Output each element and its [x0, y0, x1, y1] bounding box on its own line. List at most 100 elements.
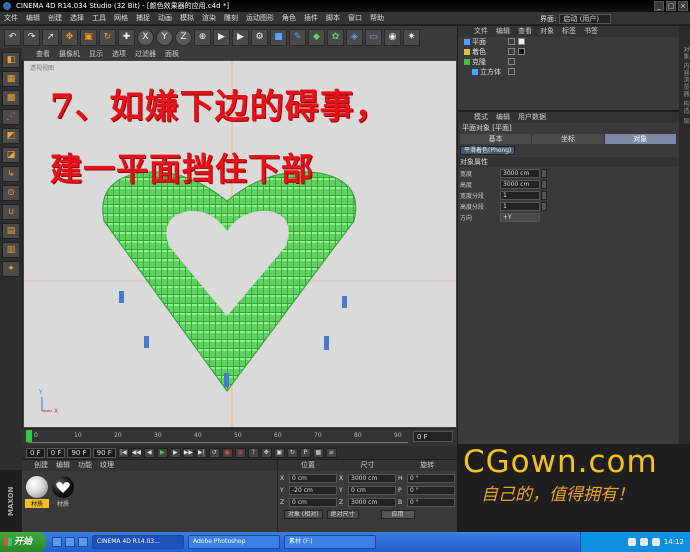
- key-select-icon[interactable]: ?: [247, 447, 259, 458]
- close-button[interactable]: ×: [678, 1, 688, 11]
- menu-item[interactable]: 创建: [48, 13, 62, 23]
- checker-icon[interactable]: ▩: [2, 90, 20, 106]
- move-icon[interactable]: ✥: [61, 28, 78, 46]
- rot-b-field[interactable]: 0 °: [407, 497, 455, 507]
- side-tab-strip[interactable]: 对象 内容浏览器 构造 层: [679, 26, 690, 444]
- browser-icon[interactable]: [65, 537, 75, 547]
- subdivide-icon[interactable]: ◆: [308, 28, 325, 46]
- points-mode-icon[interactable]: ⋰: [2, 109, 20, 125]
- scale-icon[interactable]: ▣: [80, 28, 97, 46]
- spinner-icon[interactable]: [541, 179, 547, 189]
- quantize-icon[interactable]: ▥: [2, 242, 20, 258]
- om-menu-item[interactable]: 查看: [518, 26, 532, 37]
- attr-menu-item[interactable]: 模式: [474, 112, 488, 123]
- camera-icon[interactable]: ◉: [384, 28, 401, 46]
- viewport-menu-item[interactable]: 选项: [112, 49, 126, 59]
- visibility-tag[interactable]: [508, 38, 515, 45]
- menu-item[interactable]: 文件: [4, 13, 18, 23]
- visibility-tag[interactable]: [508, 48, 515, 55]
- volume-icon[interactable]: [651, 538, 660, 546]
- menu-item[interactable]: 帮助: [370, 13, 384, 23]
- key-rotate-icon[interactable]: ↻: [286, 447, 298, 458]
- loop-icon[interactable]: ↺: [208, 447, 220, 458]
- size-mode-dropdown[interactable]: 绝对尺寸: [326, 510, 359, 519]
- om-menu-item[interactable]: 编辑: [496, 26, 510, 37]
- viewport-menu-item[interactable]: 面板: [165, 49, 179, 59]
- array-icon[interactable]: ✿: [327, 28, 344, 46]
- go-start-icon[interactable]: |◀: [117, 447, 129, 458]
- render-settings-icon[interactable]: ⚙: [251, 28, 268, 46]
- magnet-icon[interactable]: ∪: [2, 204, 20, 220]
- om-menu-item[interactable]: 标签: [562, 26, 576, 37]
- x-axis-icon[interactable]: X: [137, 28, 154, 46]
- size-z-field[interactable]: 3000 cm: [348, 497, 396, 507]
- menu-item[interactable]: 运动图形: [246, 13, 274, 23]
- menu-item[interactable]: 捕捉: [136, 13, 150, 23]
- start-frame-field[interactable]: 0 F: [26, 447, 45, 458]
- menu-item[interactable]: 网格: [114, 13, 128, 23]
- axis-mode-icon[interactable]: ↳: [2, 166, 20, 182]
- key-scale-icon[interactable]: ▣: [273, 447, 285, 458]
- polygons-mode-icon[interactable]: ◪: [2, 147, 20, 163]
- pen-icon[interactable]: ✎: [289, 28, 306, 46]
- current-frame-field[interactable]: 0 F: [413, 431, 453, 442]
- minimize-button[interactable]: _: [654, 1, 664, 11]
- material-menu-item[interactable]: 创建: [34, 460, 48, 471]
- rot-p-field[interactable]: 0 °: [407, 485, 455, 495]
- om-menu-item[interactable]: 书签: [584, 26, 598, 37]
- render-picture-icon[interactable]: ▶: [232, 28, 249, 46]
- menu-item[interactable]: 角色: [282, 13, 296, 23]
- height-field[interactable]: 3000 cm: [500, 179, 540, 189]
- tab-object[interactable]: 对象: [604, 134, 677, 144]
- model-mode-icon[interactable]: ◧: [2, 52, 20, 68]
- material-swatch-white[interactable]: [26, 476, 48, 498]
- size-y-field[interactable]: 0 cm: [348, 485, 396, 495]
- om-menu-item[interactable]: 对象: [540, 26, 554, 37]
- preview-start-field[interactable]: 0 F: [46, 447, 66, 458]
- rotate-icon[interactable]: ↻: [99, 28, 116, 46]
- redo-icon[interactable]: ↷: [23, 28, 40, 46]
- menu-item[interactable]: 模拟: [180, 13, 194, 23]
- material-tag[interactable]: [518, 38, 525, 45]
- object-row-cloner[interactable]: 克隆: [458, 57, 679, 67]
- cube-icon[interactable]: ■: [270, 28, 287, 46]
- end-frame-field[interactable]: 90 F: [92, 447, 116, 458]
- key-move-icon[interactable]: ✥: [260, 447, 272, 458]
- motion-icon[interactable]: ≡: [325, 447, 337, 458]
- viewport-menu-item[interactable]: 过滤器: [135, 49, 156, 59]
- material-tag[interactable]: [518, 48, 525, 55]
- record-icon[interactable]: ●: [221, 447, 233, 458]
- rot-h-field[interactable]: 0 °: [407, 473, 455, 483]
- menu-item[interactable]: 动画: [158, 13, 172, 23]
- menu-item[interactable]: 窗口: [348, 13, 362, 23]
- preview-end-field[interactable]: 90 F: [67, 447, 91, 458]
- tray-icon[interactable]: [639, 538, 648, 546]
- timeline-ruler[interactable]: 0 10 20 30 40 50 60 70 80 90: [28, 431, 408, 443]
- coord-mode-dropdown[interactable]: 对象 (相对): [284, 510, 323, 519]
- om-menu-item[interactable]: 文件: [474, 26, 488, 37]
- start-button[interactable]: 开始: [0, 532, 46, 552]
- spinner-icon[interactable]: [541, 190, 547, 200]
- size-x-field[interactable]: 3000 cm: [348, 473, 396, 483]
- menu-item[interactable]: 选择: [70, 13, 84, 23]
- menu-item[interactable]: 插件: [304, 13, 318, 23]
- pos-z-field[interactable]: 0 cm: [289, 497, 337, 507]
- light-icon[interactable]: ✷: [403, 28, 420, 46]
- desktop-icon[interactable]: [52, 537, 62, 547]
- tab-coord[interactable]: 坐标: [532, 134, 605, 144]
- live-select-icon[interactable]: ➚: [42, 28, 59, 46]
- maximize-button[interactable]: □: [666, 1, 676, 11]
- spinner-icon[interactable]: [541, 168, 547, 178]
- tray-icon[interactable]: [627, 538, 636, 546]
- object-row-shader[interactable]: 着色: [458, 47, 679, 57]
- viewport-menu-item[interactable]: 显示: [89, 49, 103, 59]
- height-segments-field[interactable]: 1: [500, 201, 540, 211]
- apply-button[interactable]: 应用: [380, 510, 415, 519]
- material-menu-item[interactable]: 编辑: [56, 460, 70, 471]
- tab-phong[interactable]: 平滑着色(Phong): [460, 146, 516, 155]
- edges-mode-icon[interactable]: ◩: [2, 128, 20, 144]
- task-cinema4d[interactable]: CINEMA 4D R14.03...: [92, 535, 184, 549]
- go-end-icon[interactable]: ▶|: [195, 447, 207, 458]
- tab-basic[interactable]: 基本: [460, 134, 533, 144]
- paint-icon[interactable]: ✦: [2, 261, 20, 277]
